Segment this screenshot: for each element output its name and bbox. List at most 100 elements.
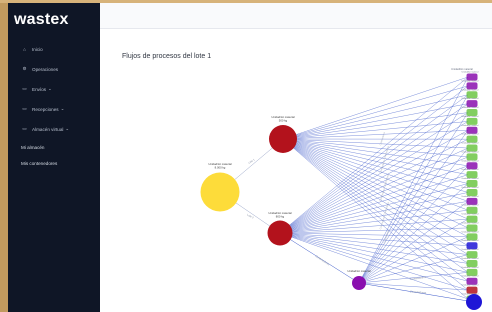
edge-label: Contenedores [379, 159, 386, 174]
node-label: Unidad/lot material [462, 230, 479, 233]
flow-edge [282, 138, 469, 175]
node-label: Unidad/lot material [462, 106, 479, 109]
node-label: Unidad/lot material [462, 248, 479, 251]
flow-edge [279, 227, 469, 234]
flow-edge [282, 138, 469, 211]
node-label: Unidad/lot material [462, 239, 479, 242]
node-label: Unidad/lot material [462, 97, 479, 100]
edge-label: Contenedores [379, 131, 386, 146]
flow-edge [282, 138, 469, 220]
node-label: Unidad/lot material [462, 186, 479, 189]
flow-edge [358, 282, 469, 291]
node-label: Unidad/lot material [462, 204, 479, 207]
sidebar-subitem-0[interactable]: Mi almacén [8, 139, 100, 155]
flow-edge [279, 201, 469, 234]
box-icon: ▭ [22, 126, 27, 131]
sidebar-subitem-1[interactable]: Mis contenedores [8, 155, 100, 171]
top-bar [100, 3, 492, 29]
flow-edge [358, 147, 469, 284]
node-label: Unidad/lot material [462, 257, 479, 260]
sidebar-item-label: Envíos [32, 86, 47, 92]
node-label: Unidad/lot material [462, 168, 479, 171]
node-label: Unidad/lot material [462, 150, 479, 153]
sidebar-item-label: Recepciones [32, 106, 59, 112]
node-label: Unidad/lot material [462, 133, 479, 136]
node-label: Unidad/lot material [462, 275, 479, 278]
content-area: Flujos de procesos del lote 1 Lote 1 Lote… [100, 29, 492, 312]
edge-label: Contenedores [410, 289, 427, 294]
edge-label: Lote 1 [247, 157, 256, 165]
sidebar-item-2[interactable]: ▭ Envíos ⌄ [8, 79, 100, 99]
red-top-weight: 500 kg [279, 119, 288, 123]
box-icon: ▭ [22, 86, 27, 91]
sidebar: wastex ⌂ Inicio ⚙ Operaciones ▭ Envíos ⌄ ▭ Recep… [8, 3, 100, 312]
flow-edge [282, 138, 469, 149]
flow-edge [282, 94, 469, 140]
flow-edge [279, 232, 469, 264]
main-panel: Flujos de procesos del lote 1 Lote 1 Lote… [100, 3, 492, 312]
box-icon: ▭ [22, 106, 27, 111]
flow-edge [282, 138, 469, 202]
node-label: Unidad/lot material [462, 79, 479, 82]
process-flow-graph[interactable]: Lote 1Lote 2ContenedoresContenedoresCont… [100, 29, 492, 312]
flow-edge [279, 232, 469, 300]
node-label: Unidad/lot material [462, 284, 479, 287]
node-label: Unidad/lot material [462, 213, 479, 216]
node-label: Unidad/lot material [462, 88, 479, 91]
node-label: Unidad/lot material [462, 115, 479, 118]
flow-edge [279, 232, 469, 273]
edge-label: Contenedores [410, 275, 427, 281]
flow-edge [282, 85, 469, 140]
sidebar-item-4[interactable]: ▭ Almacén virtual ⌄ [8, 119, 100, 139]
column-header-label: Unidad/lot material [451, 67, 473, 71]
flow-edge [279, 192, 469, 234]
brand-logo: wastex [14, 11, 69, 28]
edge-label: Contenedores [315, 254, 331, 267]
node-label: Unidad/lot material [462, 142, 479, 145]
edge-label: Contenedores [383, 173, 390, 188]
sidebar-item-0[interactable]: ⌂ Inicio [8, 39, 100, 59]
sidebar-item-1[interactable]: ⚙ Operaciones [8, 59, 100, 79]
flow-edge [282, 138, 469, 264]
root-node[interactable] [200, 172, 240, 212]
chevron-down-icon: ⌄ [48, 86, 52, 91]
flow-edge [282, 138, 469, 158]
flow-edge [279, 94, 469, 234]
flow-edge [279, 174, 469, 234]
sidebar-item-label: Operaciones [32, 66, 59, 72]
flow-edge [282, 112, 469, 140]
chevron-down-icon: ⌄ [60, 106, 65, 111]
sidebar-item-label: Inicio [32, 46, 43, 52]
flow-edge [279, 218, 469, 234]
node-label: Unidad/lot material [462, 221, 479, 224]
edge-label: Contenedores [383, 229, 390, 244]
red-bottom-weight: 800 kg [276, 215, 285, 219]
flow-edge [282, 138, 469, 246]
red-node-top[interactable] [269, 125, 297, 153]
flow-edge [282, 138, 469, 193]
purple-node-label: Unidad/lot material [347, 269, 371, 273]
edge-label: Lote 2 [246, 213, 255, 220]
flow-edge [279, 183, 469, 234]
node-label: Unidad/lot material [462, 124, 479, 127]
flow-edge [279, 121, 469, 234]
screen-frame: wastex ⌂ Inicio ⚙ Operaciones ▭ Envíos ⌄ ▭ Recep… [0, 0, 492, 312]
background-wood [0, 0, 8, 312]
edge-label: Contenedores [379, 187, 386, 202]
sidebar-item-label: Almacén virtual [32, 126, 64, 132]
purple-node[interactable] [352, 276, 366, 290]
operations-icon: ⚙ [22, 66, 27, 71]
red-node-bottom[interactable] [267, 220, 293, 246]
home-icon: ⌂ [23, 46, 26, 52]
node-label: Unidad/lot material [462, 266, 479, 269]
node-label: Unidad/lot material [462, 159, 479, 162]
root-node-weight: 8.000 kg [215, 166, 226, 170]
sidebar-item-3[interactable]: ▭ Recepciones ⌄ [8, 99, 100, 119]
node-label: Unidad/lot material [462, 195, 479, 198]
flow-edge [282, 103, 469, 140]
flow-edge [282, 138, 469, 255]
sidebar-nav: ⌂ Inicio ⚙ Operaciones ▭ Envíos ⌄ ▭ Recepciones ⌄… [8, 39, 100, 171]
node-label: Unidad/lot material [462, 177, 479, 180]
chevron-down-icon: ⌄ [65, 126, 70, 131]
blue-node[interactable] [466, 294, 482, 310]
